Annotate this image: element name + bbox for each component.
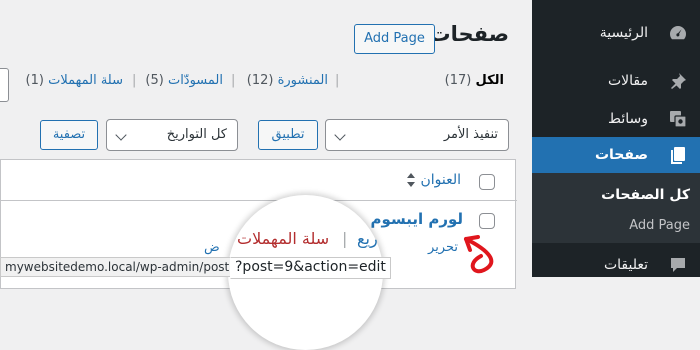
annotation-arrow-icon [464,235,494,274]
status-url: mywebsitedemo.local/wp-admin/post.php [5,260,256,274]
magnified-url-query: ?post=9&action=edit [230,257,391,279]
